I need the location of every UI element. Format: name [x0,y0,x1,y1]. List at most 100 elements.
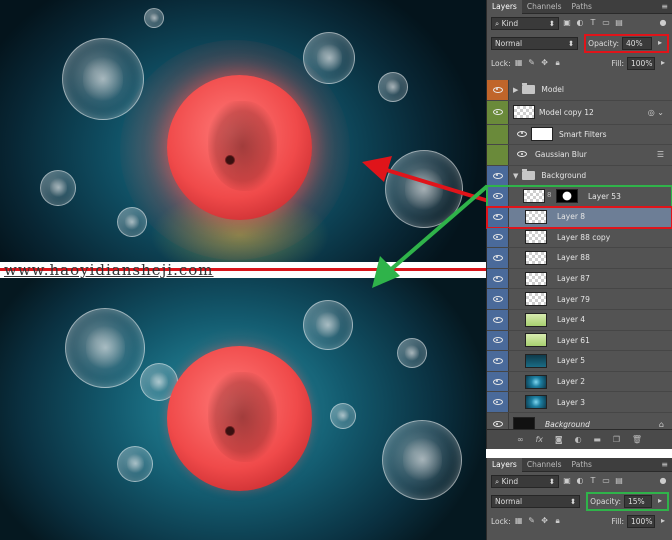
lock-all-icon[interactable]: 🔒︎ [553,516,563,526]
filter-kind-select[interactable]: ⌕ Kind ⬍ [491,474,559,488]
visibility-toggle[interactable] [487,124,509,145]
adjustment-icon[interactable]: ◐ [575,435,582,444]
visibility-toggle[interactable] [487,392,509,412]
filter-adjustment-icon[interactable]: ◐ [575,18,585,28]
bubble [303,32,355,84]
visibility-toggle[interactable] [487,206,509,227]
filter-shape-icon[interactable]: ▭ [601,476,611,486]
bubble [303,300,353,350]
visibility-toggle[interactable] [487,248,509,268]
lock-transparent-icon[interactable]: ▦ [514,58,524,68]
opacity-dropdown-icon[interactable]: ▸ [655,496,665,506]
layer-row[interactable]: Layer 4 [487,309,672,331]
layer-row[interactable]: Layer 88 copy [487,227,672,249]
filter-toggle-icon[interactable]: ● [658,476,668,486]
tab-layers[interactable]: Layers [487,0,522,14]
visibility-toggle[interactable] [487,186,509,206]
visibility-toggle[interactable] [487,227,509,248]
layer-thumbnail [525,395,547,410]
lock-row: Lock: ▦ ✎ ✥ 🔒︎ Fill: 100% ▸ [487,512,672,530]
layer-name: Background [545,419,590,429]
layer-row[interactable]: Layer 87 [487,268,672,290]
eye-icon[interactable] [517,130,527,139]
filter-adjustment-icon[interactable]: ◐ [575,476,585,486]
opacity-dropdown-icon[interactable]: ▸ [655,38,665,48]
filter-toggle-icon[interactable]: ● [658,18,668,28]
blend-mode-select[interactable]: Normal ⬍ [491,494,581,508]
tab-channels[interactable]: Channels [522,0,567,14]
caret-down-icon[interactable]: ▼ [513,172,518,180]
eye-icon[interactable] [517,150,527,159]
visibility-toggle[interactable] [487,309,509,330]
visibility-toggle[interactable] [487,289,509,309]
lock-brush-icon[interactable]: ✎ [527,58,537,68]
layer-row[interactable]: Layer 79 [487,289,672,310]
link-icon[interactable]: ∞ [517,435,524,444]
layer-row[interactable]: Layer 61 [487,330,672,352]
eye-icon [492,213,503,220]
visibility-toggle[interactable] [487,351,509,371]
fx-icon[interactable]: fx [535,435,543,444]
lock-transparent-icon[interactable]: ▦ [514,516,524,526]
tab-channels[interactable]: Channels [522,458,567,472]
filter-options-icon[interactable]: ☰ [657,150,664,159]
layer-row[interactable]: ▼ Background [487,165,672,187]
visibility-toggle[interactable] [487,371,509,392]
layer-row[interactable]: ▶ Model [487,80,672,101]
filter-smart-icon[interactable]: ▤ [614,18,624,28]
opacity-input[interactable]: 15% [624,494,652,508]
layer-thumbnail [525,271,547,286]
fill-input[interactable]: 100% [627,56,655,70]
caret-right-icon[interactable]: ▶ [513,86,518,94]
lock-brush-icon[interactable]: ✎ [527,516,537,526]
layer-row[interactable]: Gaussian Blur ☰ [487,145,672,166]
visibility-toggle[interactable] [487,330,509,351]
filter-shape-icon[interactable]: ▭ [601,18,611,28]
fill-dropdown-icon[interactable]: ▸ [658,58,668,68]
fill-label: Fill: [611,58,624,68]
folder-icon [522,169,536,181]
chevron-down-icon: ⬍ [567,38,575,48]
lock-move-icon[interactable]: ✥ [540,516,550,526]
trash-icon[interactable]: 🗑︎ [632,435,642,444]
fill-input[interactable]: 100% [627,514,655,528]
canvas-after [0,278,486,540]
lock-move-icon[interactable]: ✥ [540,58,550,68]
opacity-input[interactable]: 40% [622,36,652,50]
layer-row[interactable]: Layer 3 [487,392,672,413]
tab-layers[interactable]: Layers [487,457,522,472]
bubble [117,207,147,237]
mask-icon[interactable]: ◙ [555,435,563,444]
layer-row[interactable]: Smart Filters [487,124,672,146]
eye-icon [492,275,503,282]
folder-icon[interactable]: ▬ [593,435,601,444]
visibility-toggle[interactable] [487,100,509,124]
tab-paths[interactable]: Paths [567,0,597,14]
filter-pixel-icon[interactable]: ▣ [562,476,572,486]
filter-pixel-icon[interactable]: ▣ [562,18,572,28]
layer-row[interactable]: Layer 2 [487,371,672,393]
layer-row[interactable]: Layer 88 [487,248,672,269]
fill-dropdown-icon[interactable]: ▸ [658,516,668,526]
layer-row[interactable]: 8 Layer 53 [486,185,672,208]
layer-row[interactable]: Layer 5 [487,351,672,372]
panel-menu-icon[interactable]: ≡ [661,460,668,469]
visibility-toggle[interactable] [487,268,509,289]
filter-kind-select[interactable]: ⌕ Kind ⬍ [491,16,559,30]
new-layer-icon[interactable]: ❐ [613,435,620,444]
filter-type-icon[interactable]: T [588,18,598,28]
filter-type-icon[interactable]: T [588,476,598,486]
visibility-toggle[interactable] [487,145,509,165]
filter-smart-icon[interactable]: ▤ [614,476,624,486]
panel-menu-icon[interactable]: ≡ [661,2,668,11]
eye-icon [492,193,503,200]
layers-panel-bottom: Layers Channels Paths ≡ ⌕ Kind ⬍ ▣ ◐ T ▭ … [486,457,672,540]
layer-name: Gaussian Blur [535,150,587,160]
layer-row[interactable]: Model copy 12 ◎ ⌄ [487,100,672,125]
visibility-toggle[interactable] [487,165,509,186]
layer-row-selected[interactable]: Layer 8 [486,205,672,229]
blend-mode-select[interactable]: Normal ⬍ [491,36,579,50]
visibility-toggle[interactable] [487,80,509,100]
lock-all-icon[interactable]: 🔒︎ [553,58,563,68]
tab-paths[interactable]: Paths [567,458,597,472]
